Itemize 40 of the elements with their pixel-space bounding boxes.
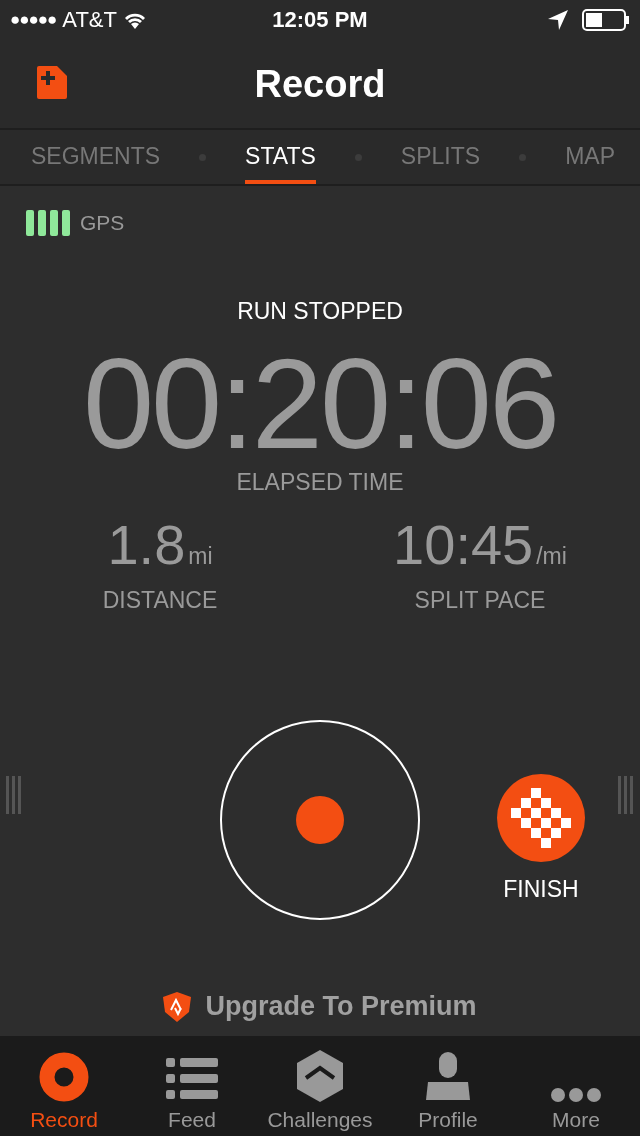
grip-handle-icon[interactable] [618,776,634,814]
upgrade-link[interactable]: Upgrade To Premium [163,991,477,1022]
record-icon [39,1052,89,1102]
more-icon [551,1088,601,1102]
tab-bar-item[interactable]: Feed [128,1036,256,1136]
person-icon [426,1052,470,1102]
checkered-flag-icon [511,788,571,848]
elapsed-time: 00:20:06 [82,339,558,469]
tab-bar-item[interactable]: Record [0,1036,128,1136]
location-arrow-icon [548,10,568,30]
hexagon-icon [297,1050,343,1102]
tab-bar-item[interactable]: More [512,1036,640,1136]
tab[interactable]: SEGMENTS [31,142,161,184]
stat-label: DISTANCE [102,587,218,614]
stat-unit: /mi [536,542,567,571]
elapsed-time-label: ELAPSED TIME [236,469,404,496]
list-icon [166,1058,218,1102]
stat-value: 1.8 [107,514,186,576]
stat-unit: mi [188,542,213,571]
tab[interactable]: STATS [245,142,316,184]
run-status: RUN STOPPED [237,298,403,325]
tab-bar-item[interactable]: Challenges [256,1036,384,1136]
carrier-name: AT&T [62,7,117,33]
signal-strength: ●●●●● [10,10,57,30]
gps-signal-icon [26,210,70,236]
gps-label: GPS [80,211,125,235]
add-document-icon [37,66,67,99]
add-activity-button[interactable] [36,66,68,100]
record-button[interactable] [220,720,420,920]
shield-icon [163,991,192,1022]
tab[interactable]: SPLITS [400,142,481,184]
tab[interactable]: MAP [565,142,615,184]
stat-label: SPLIT PACE [414,587,546,614]
battery-icon [582,9,630,31]
grip-handle-icon[interactable] [6,776,22,814]
tab-bar-item[interactable]: Profile [384,1036,512,1136]
clock: 12:05 PM [272,7,368,33]
stat-value: 10:45 [393,514,534,576]
screen-title: Record [254,62,386,106]
finish-label: FINISH [503,876,579,903]
